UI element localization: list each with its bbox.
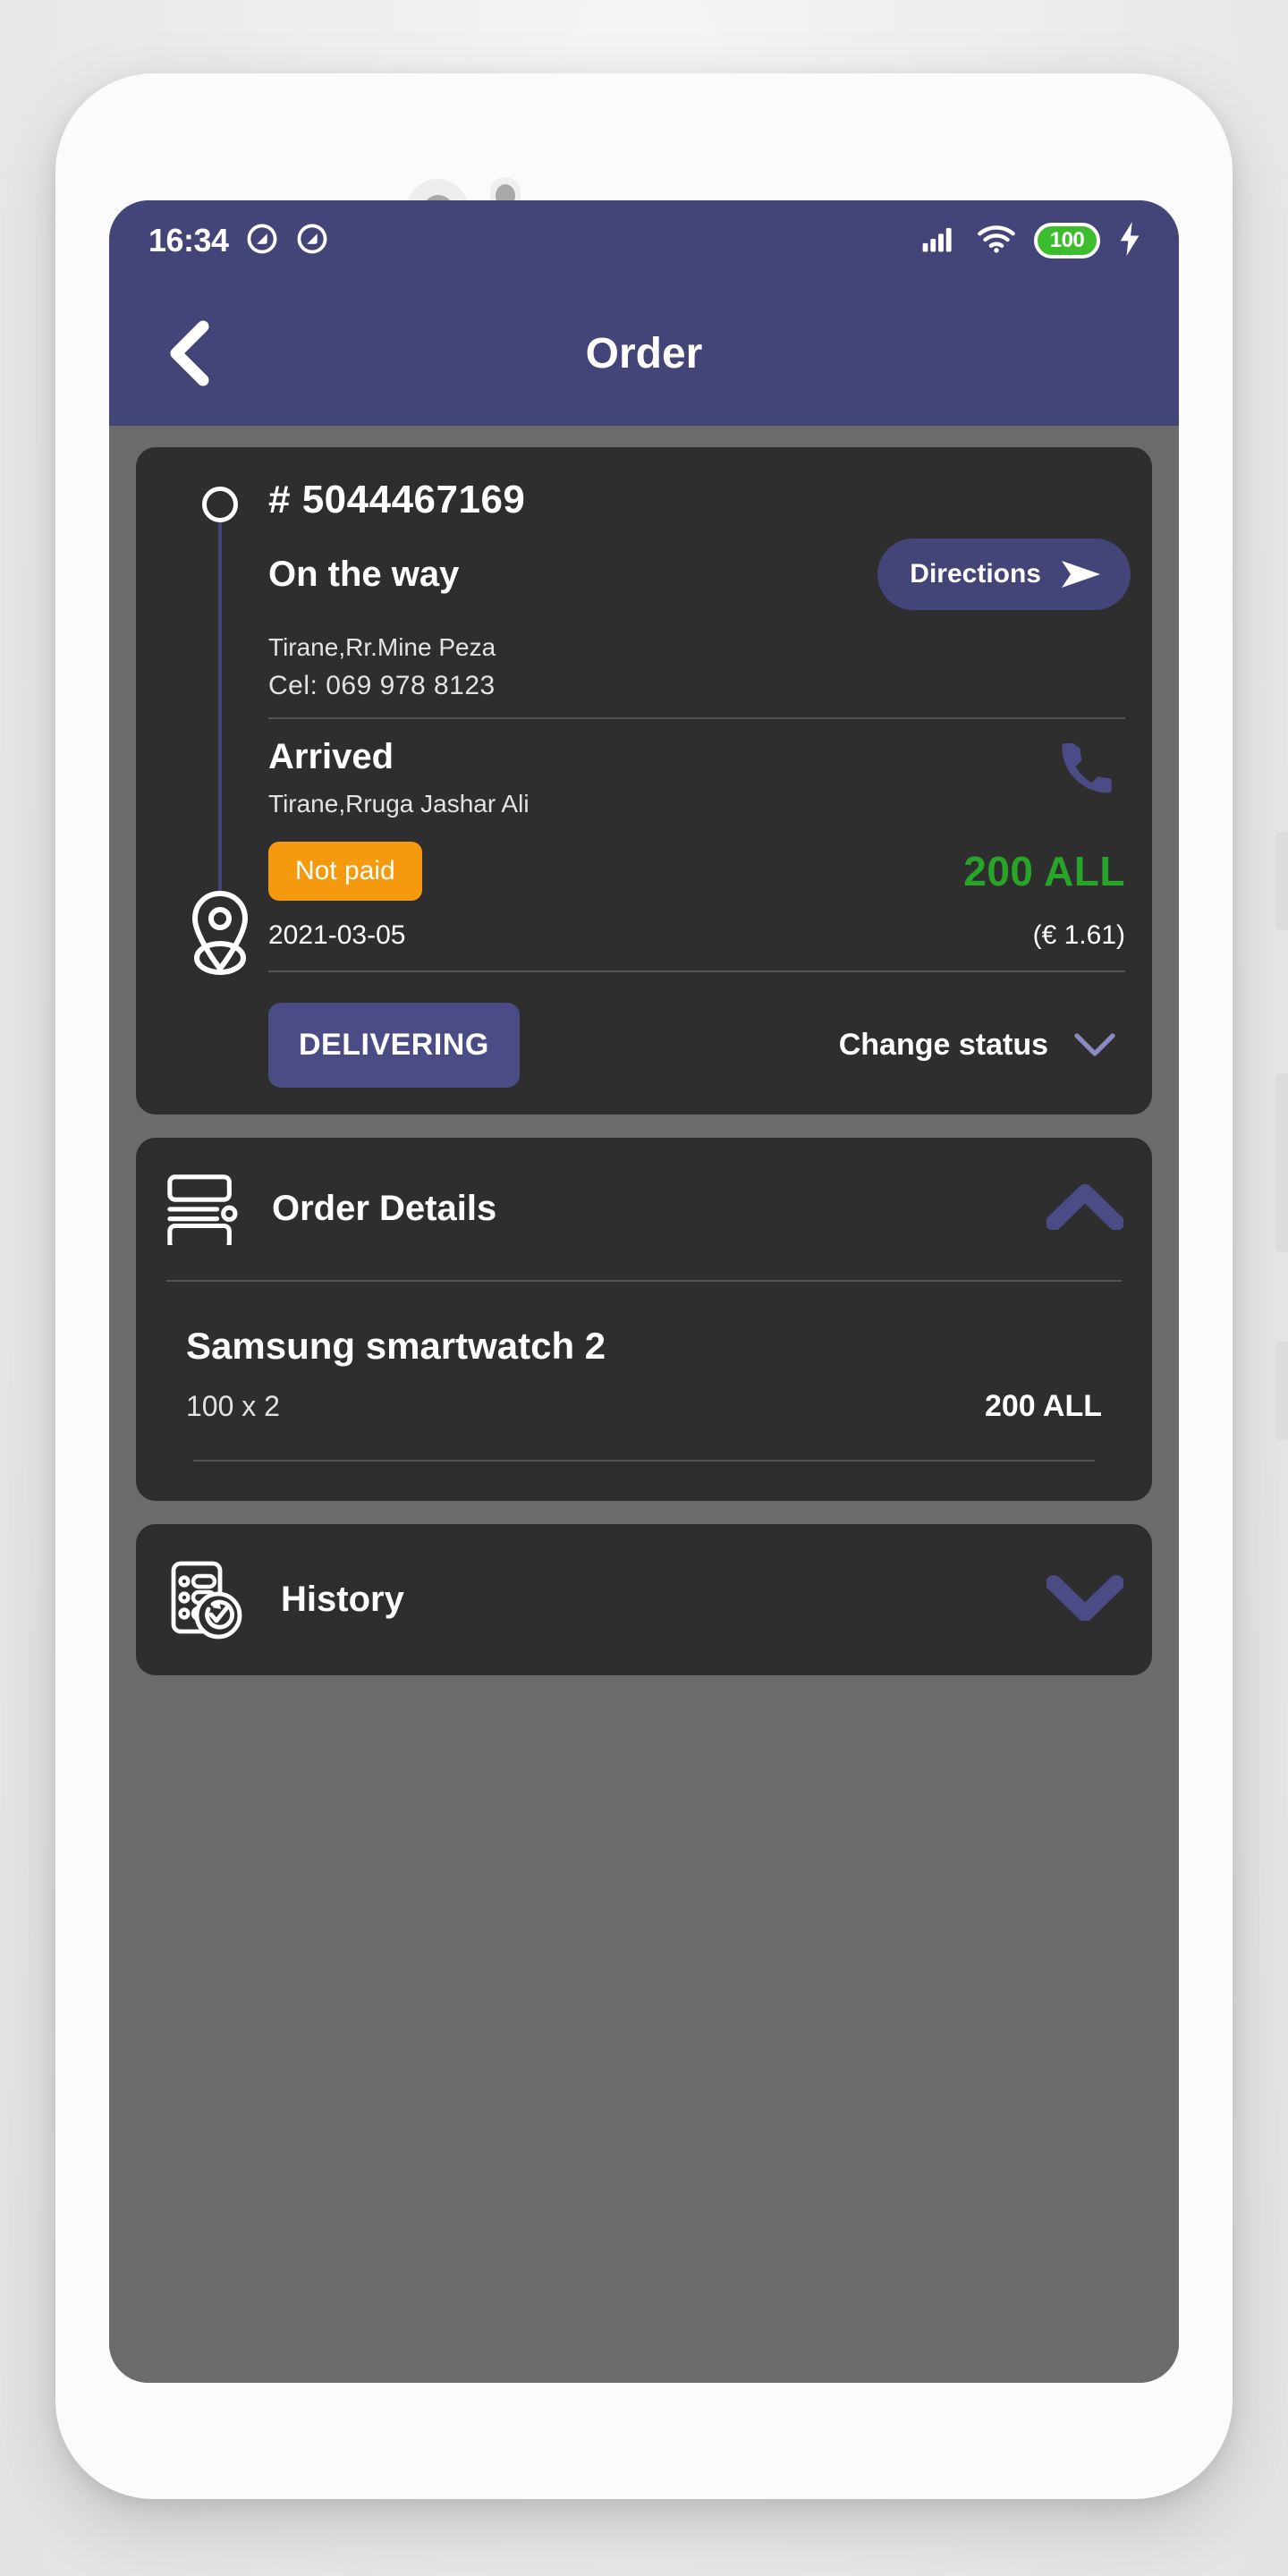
timeline-connector: [218, 522, 222, 894]
destination-status: Arrived: [268, 737, 394, 776]
item-name: Samsung smartwatch 2: [186, 1325, 606, 1367]
history-card: History: [136, 1524, 1152, 1675]
signal-icon: [921, 224, 959, 258]
device-side-button: [1275, 832, 1288, 930]
order-item-row: Samsung smartwatch 2 100 x 2 200 ALL: [186, 1325, 1102, 1424]
history-title: History: [281, 1580, 404, 1619]
order-details-title: Order Details: [272, 1189, 497, 1228]
chevron-up-icon[interactable]: [1046, 1183, 1124, 1234]
destination-address: Tirane,Rruga Jashar Ali: [268, 790, 530, 818]
do-not-disturb-icon: [245, 222, 279, 260]
status-bar-time: 16:34: [148, 222, 229, 258]
phone-device-mockup: 16:34 100 Order # 5044467169 On the way …: [55, 73, 1233, 2499]
order-price: 200 ALL: [963, 848, 1125, 894]
order-details-header[interactable]: Order Details: [136, 1138, 1152, 1280]
item-quantity: 100 x 2: [186, 1390, 280, 1422]
chevron-down-icon[interactable]: [1046, 1574, 1124, 1625]
order-list-icon: [165, 1168, 242, 1251]
directions-button-label: Directions: [910, 559, 1041, 589]
device-side-button: [1275, 1342, 1288, 1440]
pickup-address: Tirane,Rr.Mine Peza: [268, 633, 496, 661]
call-button[interactable]: [1057, 737, 1125, 809]
item-price: 200 ALL: [984, 1389, 1102, 1423]
customer-phone: Cel: 069 978 8123: [268, 671, 1125, 701]
navigation-arrow-icon: [1062, 561, 1100, 588]
phone-icon: [1062, 742, 1112, 793]
phone-screen: 16:34 100 Order # 5044467169 On the way …: [109, 200, 1179, 2383]
order-number: # 5044467169: [268, 478, 526, 521]
change-status-label: Change status: [838, 1028, 1048, 1062]
order-date: 2021-03-05: [268, 920, 406, 950]
section-divider: [268, 717, 1125, 719]
main-content: # 5044467169 On the way Directions Tiran…: [109, 426, 1179, 2383]
timeline-origin-icon: [202, 487, 238, 522]
phone-label: Cel:: [268, 671, 318, 700]
battery-icon: 100: [1034, 223, 1100, 258]
order-price-eur: (€ 1.61): [1032, 920, 1125, 950]
map-pin-icon: [186, 890, 254, 980]
device-side-button: [1275, 1073, 1288, 1252]
order-status-current: On the way: [268, 554, 460, 594]
order-summary-card: # 5044467169 On the way Directions Tiran…: [136, 447, 1152, 1114]
battery-level: 100: [1049, 228, 1085, 252]
item-divider: [193, 1460, 1095, 1462]
wifi-icon: [977, 224, 1016, 258]
chevron-down-icon: [1074, 1032, 1115, 1056]
delivery-timeline: [186, 487, 254, 980]
delivering-status-button[interactable]: DELIVERING: [268, 1003, 520, 1088]
section-divider: [268, 970, 1125, 972]
order-details-card: Order Details Samsung smartwatch 2 100 x…: [136, 1138, 1152, 1501]
do-not-disturb-icon: [295, 222, 329, 260]
status-bar: 16:34 100: [109, 200, 1179, 281]
charging-bolt-icon: [1118, 221, 1141, 260]
back-button[interactable]: [150, 315, 227, 392]
history-icon: [165, 1555, 250, 1645]
change-status-dropdown[interactable]: Change status: [839, 1028, 1116, 1063]
phone-number: 069 978 8123: [326, 671, 496, 700]
history-header[interactable]: History: [136, 1524, 1152, 1675]
page-title: Order: [585, 329, 703, 377]
back-chevron-icon: [170, 320, 209, 386]
app-bar: Order: [109, 281, 1179, 426]
order-item-list: Samsung smartwatch 2 100 x 2 200 ALL: [136, 1282, 1152, 1501]
payment-status-badge: Not paid: [268, 842, 422, 901]
directions-button[interactable]: Directions: [877, 538, 1131, 610]
